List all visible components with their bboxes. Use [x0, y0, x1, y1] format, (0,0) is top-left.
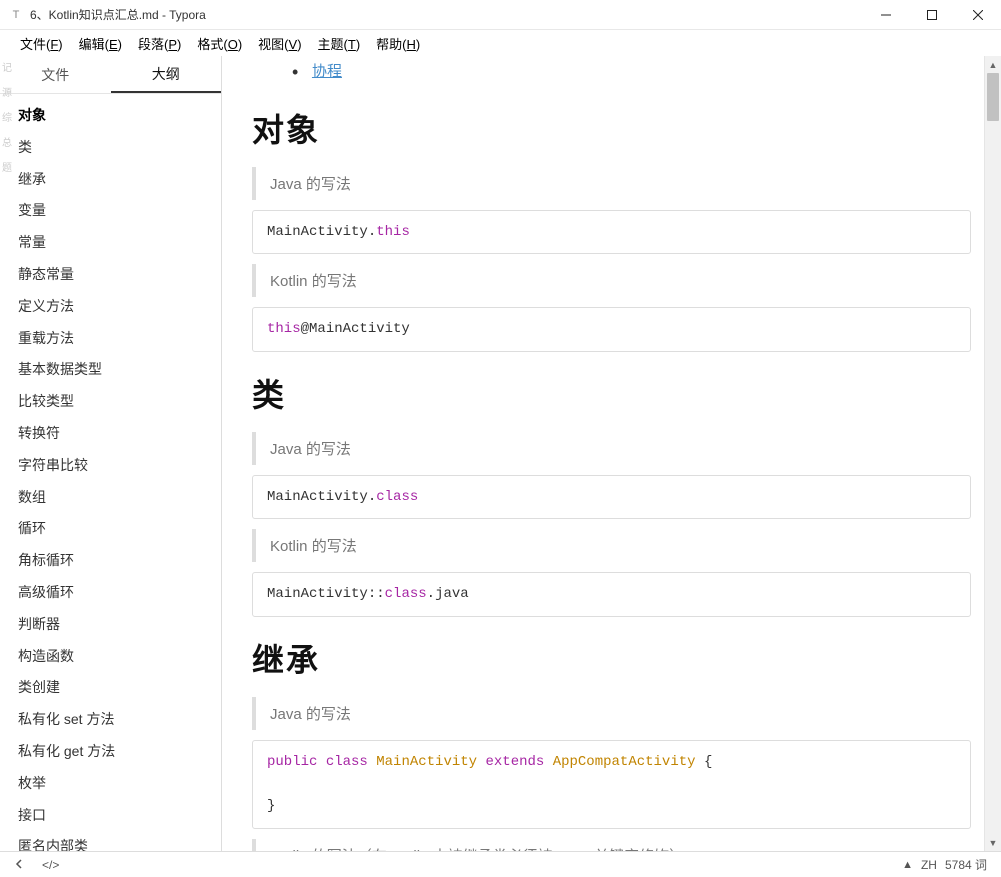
outline-item[interactable]: 静态常量	[0, 259, 221, 291]
warning-icon[interactable]: ▲	[898, 859, 917, 871]
scrollbar-track[interactable]	[985, 73, 1001, 834]
blockquote[interactable]: Kotlin 的写法	[252, 264, 971, 297]
vertical-scrollbar[interactable]: ▲ ▼	[984, 56, 1001, 851]
titlebar: T 6、Kotlin知识点汇总.md - Typora	[0, 0, 1001, 30]
scroll-up-arrow[interactable]: ▲	[985, 56, 1001, 73]
outline-item[interactable]: 角标循环	[0, 545, 221, 577]
outline-item[interactable]: 转换符	[0, 418, 221, 450]
spellcheck-lang[interactable]: ZH	[917, 858, 941, 872]
outline-item[interactable]: 常量	[0, 227, 221, 259]
outline-item[interactable]: 基本数据类型	[0, 354, 221, 386]
outline-list[interactable]: 对象类继承变量常量静态常量定义方法重载方法基本数据类型比较类型转换符字符串比较数…	[0, 94, 221, 851]
outline-item[interactable]: 变量	[0, 195, 221, 227]
toc-link[interactable]: 协程	[312, 63, 342, 80]
sidebar: 文件 大纲 对象类继承变量常量静态常量定义方法重载方法基本数据类型比较类型转换符…	[0, 56, 222, 851]
word-count[interactable]: 5784 词	[941, 856, 991, 873]
app-icon: T	[8, 7, 24, 23]
blockquote[interactable]: Java 的写法	[252, 432, 971, 465]
outline-item[interactable]: 私有化 get 方法	[0, 736, 221, 768]
outline-item[interactable]: 定义方法	[0, 291, 221, 323]
outline-item[interactable]: 字符串比较	[0, 450, 221, 482]
outline-item[interactable]: 比较类型	[0, 386, 221, 418]
code-block[interactable]: MainActivity.class	[252, 475, 971, 519]
outline-item[interactable]: 私有化 set 方法	[0, 704, 221, 736]
menubar: 文件(F)编辑(E)段落(P)格式(O)视图(V)主题(T)帮助(H)	[0, 30, 1001, 56]
code-block[interactable]: this@MainActivity	[252, 307, 971, 351]
code-block[interactable]: MainActivity.this	[252, 210, 971, 254]
heading[interactable]: 对象	[252, 105, 971, 151]
window-title: 6、Kotlin知识点汇总.md - Typora	[30, 6, 863, 23]
code-block[interactable]: MainActivity::class.java	[252, 572, 971, 616]
outline-item[interactable]: 继承	[0, 164, 221, 196]
main-area: 文件 大纲 对象类继承变量常量静态常量定义方法重载方法基本数据类型比较类型转换符…	[0, 56, 1001, 851]
menu-f[interactable]: 文件(F)	[12, 31, 71, 56]
outline-item[interactable]: 构造函数	[0, 641, 221, 673]
outline-item[interactable]: 重载方法	[0, 323, 221, 355]
menu-p[interactable]: 段落(P)	[130, 31, 189, 56]
menu-e[interactable]: 编辑(E)	[71, 31, 130, 56]
blockquote[interactable]: Java 的写法	[252, 167, 971, 200]
outline-item[interactable]: 枚举	[0, 768, 221, 800]
scrollbar-thumb[interactable]	[987, 73, 999, 121]
statusbar: </> ▲ ZH 5784 词	[0, 851, 1001, 877]
blockquote[interactable]: Kotlin 的写法	[252, 529, 971, 562]
sidebar-tabs: 文件 大纲	[0, 56, 221, 94]
editor-area[interactable]: 协程 对象 Java 的写法 MainActivity.this Kotlin 的写法…	[222, 56, 1001, 851]
outline-item[interactable]: 类	[0, 132, 221, 164]
outline-item[interactable]: 接口	[0, 800, 221, 832]
sidebar-tab-outline[interactable]: 大纲	[111, 56, 222, 93]
maximize-button[interactable]	[909, 0, 955, 30]
sidebar-tab-files[interactable]: 文件	[0, 56, 111, 93]
outline-item[interactable]: 对象	[0, 100, 221, 132]
window-controls	[863, 0, 1001, 29]
outline-item[interactable]: 判断器	[0, 609, 221, 641]
heading[interactable]: 类	[252, 370, 971, 416]
outline-item[interactable]: 类创建	[0, 672, 221, 704]
outline-item[interactable]: 高级循环	[0, 577, 221, 609]
menu-t[interactable]: 主题(T)	[310, 31, 369, 56]
outline-item[interactable]: 循环	[0, 513, 221, 545]
outline-item[interactable]: 匿名内部类	[0, 831, 221, 851]
menu-o[interactable]: 格式(O)	[189, 31, 250, 56]
source-mode-icon[interactable]: </>	[38, 858, 63, 872]
scroll-down-arrow[interactable]: ▼	[985, 834, 1001, 851]
menu-v[interactable]: 视图(V)	[250, 31, 309, 56]
close-button[interactable]	[955, 0, 1001, 30]
blockquote[interactable]: Kotlin 的写法（在 Kotlin 中被继承类必须被 open 关键字修饰）	[252, 839, 971, 851]
code-block[interactable]: public class MainActivity extends AppCom…	[252, 740, 971, 829]
heading[interactable]: 继承	[252, 635, 971, 681]
blockquote[interactable]: Java 的写法	[252, 697, 971, 730]
sidebar-toggle-icon[interactable]	[10, 858, 28, 872]
outline-item[interactable]: 数组	[0, 482, 221, 514]
toc-link-row: 协程	[252, 56, 971, 87]
menu-h[interactable]: 帮助(H)	[368, 31, 428, 56]
minimize-button[interactable]	[863, 0, 909, 30]
